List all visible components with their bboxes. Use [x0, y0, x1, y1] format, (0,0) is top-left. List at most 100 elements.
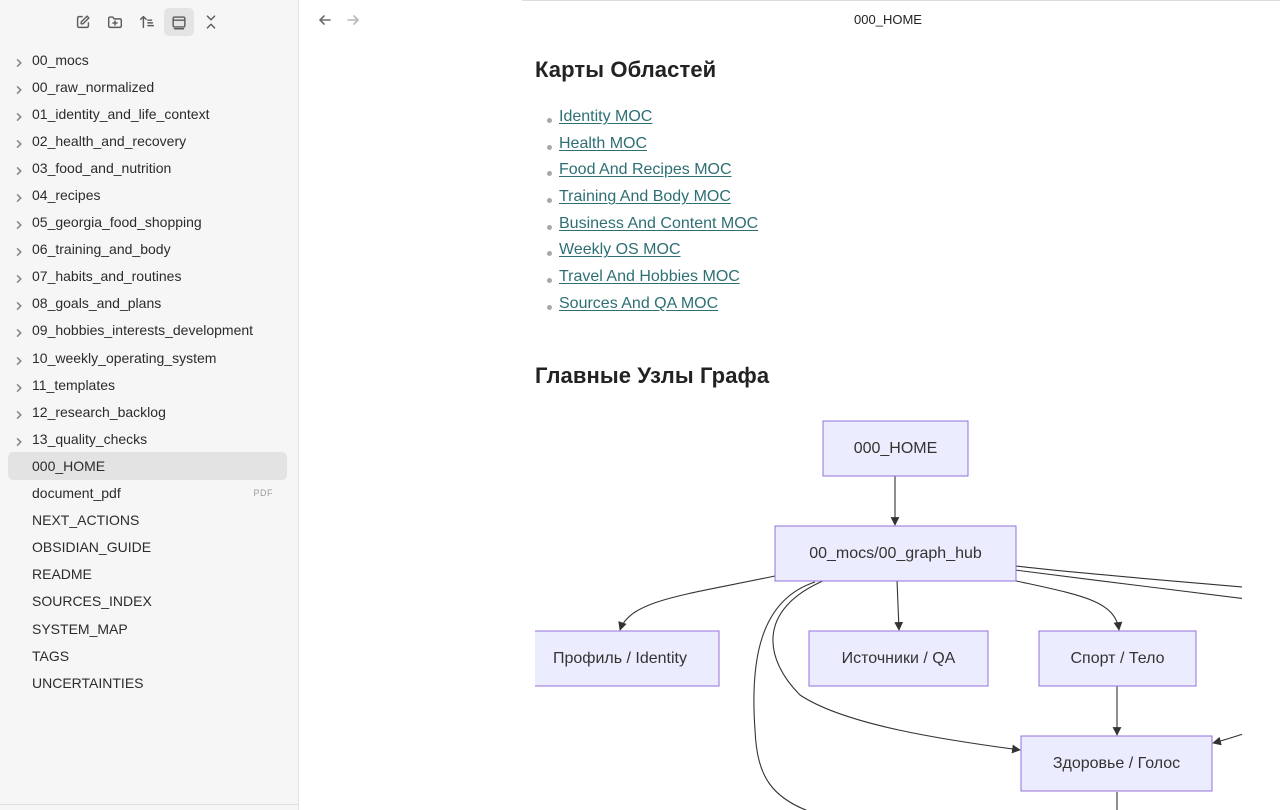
file-label: NEXT_ACTIONS [32, 512, 140, 529]
moc-list-item: Food And Recipes MOC [547, 161, 758, 188]
folder-label: 11_templates [32, 376, 116, 393]
moc-link[interactable]: Business And Content MOC [559, 215, 758, 232]
header-divider [522, 0, 1280, 1]
moc-link[interactable]: Identity MOC [559, 108, 652, 125]
view-header: 000_HOME [300, 0, 1280, 40]
node-sources[interactable]: Источники / QA [808, 630, 989, 687]
chevron-right-icon [16, 302, 22, 311]
file-label: UNCERTAINTIES [32, 674, 144, 691]
chevron-right-icon [16, 275, 22, 284]
chevron-right-icon[interactable] [14, 353, 24, 365]
chevron-right-icon [16, 383, 22, 392]
file-item[interactable]: document_pdf PDF [0, 480, 299, 507]
chevron-right-icon[interactable] [14, 271, 24, 284]
moc-link[interactable]: Health MOC [559, 135, 647, 152]
edge-hub-offscreen-2 [1014, 569, 1242, 600]
folder-label: 02_health_and_recovery [32, 132, 187, 149]
folder-label: 08_goals_and_plans [32, 295, 162, 312]
chevron-right-icon [16, 356, 22, 365]
folder-item[interactable]: 08_goals_and_plans [0, 290, 299, 317]
node-graph-hub[interactable]: 00_mocs/00_graph_hub [774, 525, 1017, 582]
moc-list-item: Weekly OS MOC [547, 241, 758, 268]
file-label: TAGS [32, 647, 70, 664]
chevron-right-icon[interactable] [14, 163, 24, 175]
node-home[interactable]: 000_HOME [822, 420, 969, 477]
new-note-icon [76, 15, 90, 29]
folder-item[interactable]: 02_health_and_recovery [0, 127, 299, 154]
folder-item[interactable]: 03_food_and_nutrition [0, 154, 299, 181]
moc-link[interactable]: Weekly OS MOC [559, 241, 681, 258]
folder-item[interactable]: 09_hobbies_interests_development [0, 317, 299, 344]
change-view-button[interactable] [164, 8, 194, 36]
folder-item[interactable]: 06_training_and_body [0, 236, 299, 263]
moc-link[interactable]: Sources And QA MOC [559, 295, 718, 312]
new-folder-button[interactable] [100, 8, 130, 36]
chevron-right-icon[interactable] [14, 244, 24, 257]
sort-button[interactable] [132, 8, 162, 36]
file-item[interactable]: README [0, 561, 299, 588]
collapse-all-icon [206, 15, 216, 29]
folder-label: 04_recipes [32, 187, 101, 204]
chevron-right-icon[interactable] [14, 190, 24, 203]
chevron-right-icon[interactable] [14, 380, 24, 392]
chevron-right-icon[interactable] [14, 55, 24, 67]
moc-list-item: Business And Content MOC [547, 215, 758, 242]
file-label: SYSTEM_MAP [32, 620, 128, 637]
svg-text:Профиль / Identity: Профиль / Identity [553, 650, 687, 667]
edge-hub-offscreen-down [753, 581, 816, 810]
file-item-active[interactable]: 000_HOME [0, 452, 299, 480]
folder-label: 10_weekly_operating_system [32, 349, 217, 366]
folder-item[interactable]: 07_habits_and_routines [0, 263, 299, 290]
moc-link[interactable]: Food And Recipes MOC [559, 161, 732, 178]
moc-link[interactable]: Training And Body MOC [559, 188, 731, 205]
chevron-right-icon [16, 329, 22, 338]
folder-label: 06_training_and_body [32, 241, 171, 258]
chevron-right-icon [16, 248, 22, 257]
moc-list-item: Training And Body MOC [547, 188, 758, 215]
folder-label: 05_georgia_food_shopping [32, 214, 202, 231]
chevron-right-icon[interactable] [14, 217, 24, 230]
file-label: SOURCES_INDEX [32, 593, 152, 610]
moc-list-item: Identity MOC [547, 108, 758, 135]
file-item[interactable]: UNCERTAINTIES [0, 669, 299, 696]
folder-item[interactable]: 10_weekly_operating_system [0, 344, 299, 371]
folder-label: 09_hobbies_interests_development [32, 322, 254, 339]
folder-label: 07_habits_and_routines [32, 268, 182, 285]
chevron-right-icon[interactable] [14, 298, 24, 311]
file-item[interactable]: TAGS [0, 642, 299, 669]
folder-item[interactable]: 04_recipes [0, 181, 299, 208]
node-sport[interactable]: Спорт / Тело [1038, 630, 1197, 687]
chevron-right-icon[interactable] [14, 325, 24, 338]
chevron-right-icon[interactable] [14, 136, 24, 148]
note-title[interactable]: 000_HOME [300, 12, 1280, 27]
folder-item[interactable]: 13_quality_checks [0, 425, 299, 452]
file-item[interactable]: NEXT_ACTIONS [0, 507, 299, 534]
file-item[interactable]: OBSIDIAN_GUIDE [0, 534, 299, 561]
folder-item[interactable]: 12_research_backlog [0, 398, 299, 425]
chevron-right-icon[interactable] [14, 82, 24, 94]
folder-item[interactable]: 01_identity_and_life_context [0, 100, 299, 127]
folder-item[interactable]: 11_templates [0, 371, 299, 398]
collapse-all-button[interactable] [196, 8, 226, 36]
change-view-icon [172, 16, 186, 30]
file-label: README [32, 566, 92, 583]
chevron-right-icon[interactable] [14, 407, 24, 419]
file-type-badge: PDF [253, 488, 273, 499]
chevron-right-icon [16, 58, 22, 67]
moc-link[interactable]: Travel And Hobbies MOC [559, 268, 740, 285]
chevron-right-icon [16, 437, 22, 446]
folder-item[interactable]: 00_raw_normalized [0, 73, 299, 100]
chevron-right-icon[interactable] [14, 109, 24, 121]
chevron-right-icon [16, 194, 22, 203]
chevron-right-icon [16, 410, 22, 419]
folder-item[interactable]: 05_georgia_food_shopping [0, 209, 299, 236]
node-identity[interactable]: Профиль / Identity [535, 630, 720, 687]
node-health[interactable]: Здоровье / Голос [1020, 735, 1213, 792]
file-item[interactable]: SOURCES_INDEX [0, 588, 299, 615]
svg-text:Здоровье / Голос: Здоровье / Голос [1053, 755, 1180, 772]
edge-hub-sources [894, 579, 904, 631]
new-note-button[interactable] [68, 8, 98, 36]
folder-item[interactable]: 00_mocs [0, 46, 299, 73]
file-item[interactable]: SYSTEM_MAP [0, 615, 299, 642]
chevron-right-icon[interactable] [14, 434, 24, 446]
